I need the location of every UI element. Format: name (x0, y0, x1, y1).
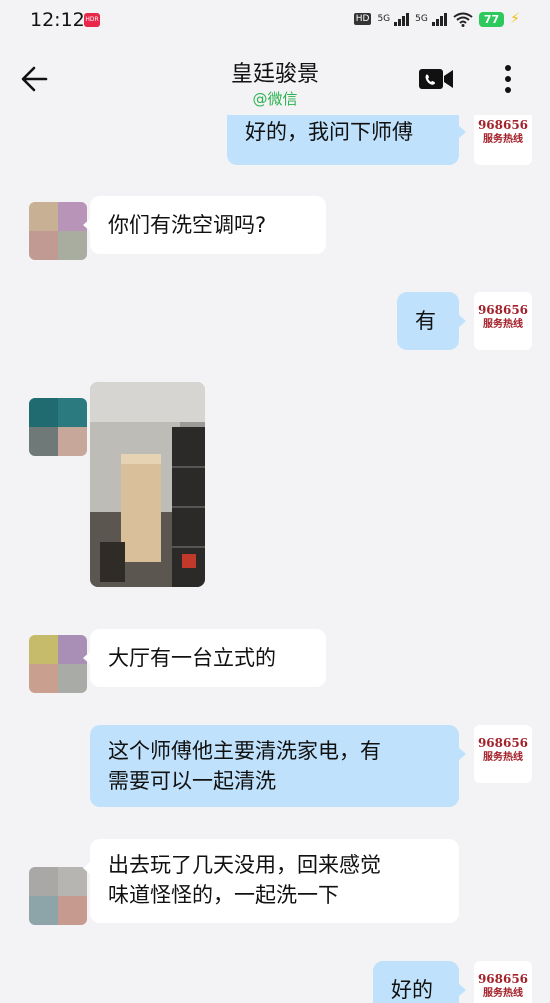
hotline-label: 服务热线 (483, 134, 523, 145)
charging-icon: ⚡ (510, 11, 520, 27)
message-text-line: 需要可以一起清洗 (108, 769, 276, 793)
message-bubble-outgoing[interactable]: 好的 (373, 961, 466, 1003)
message-text: 好的 (391, 978, 433, 1002)
message-text: 大厅有一台立式的 (108, 646, 276, 670)
contact-avatar[interactable] (29, 635, 87, 693)
hotline-label: 服务热线 (483, 752, 523, 763)
message-bubble-incoming[interactable]: 大厅有一台立式的 (83, 629, 326, 687)
hotline-label: 服务热线 (483, 319, 523, 330)
hotline-number: 968656 (477, 972, 529, 986)
chat-title: 皇廷骏景 (230, 62, 319, 87)
status-time: 12:12 (30, 9, 85, 31)
network-type-1: 5G (377, 14, 391, 24)
message-list[interactable]: 好的，我问下师傅 968656 服务热线 你们有洗空调吗? 有 968656 服… (0, 115, 550, 1003)
more-options-icon[interactable] (496, 62, 520, 96)
message-image[interactable] (90, 382, 205, 587)
signal-icon (431, 12, 447, 26)
hotline-label: 服务热线 (483, 988, 523, 999)
message-bubble-outgoing[interactable]: 有 (397, 292, 466, 350)
chat-subtitle: @微信 (252, 90, 298, 108)
hotline-number: 968656 (477, 118, 529, 132)
hotline-number: 968656 (477, 736, 529, 750)
contact-avatar[interactable] (29, 867, 87, 925)
video-call-icon[interactable] (418, 66, 454, 92)
message-bubble-outgoing[interactable]: 这个师傅他主要清洗家电，有 需要可以一起清洗 (90, 725, 466, 807)
hd-icon: HD (353, 13, 372, 25)
photo-of-air-conditioner (90, 382, 205, 587)
message-text-line: 出去玩了几天没用，回来感觉 (108, 853, 381, 877)
status-bar: 12:12 HDR HD 5G 5G 77 ⚡ (0, 0, 550, 42)
hotline-avatar[interactable]: 968656 服务热线 (474, 725, 532, 783)
message-bubble-incoming[interactable]: 你们有洗空调吗? (83, 196, 326, 254)
hotline-avatar[interactable]: 968656 服务热线 (474, 961, 532, 1003)
network-type-2: 5G (415, 14, 428, 24)
wifi-icon (453, 12, 473, 27)
chat-header: 皇廷骏景 @微信 (0, 42, 550, 115)
signal-icon (394, 12, 410, 26)
contact-avatar[interactable] (29, 202, 87, 260)
message-bubble-incoming[interactable]: 出去玩了几天没用，回来感觉 味道怪怪的，一起洗一下 (83, 839, 459, 923)
message-text-line: 这个师傅他主要清洗家电，有 (108, 739, 381, 763)
message-bubble-outgoing[interactable]: 好的，我问下师傅 (227, 115, 466, 165)
hotline-avatar[interactable]: 968656 服务热线 (474, 115, 532, 165)
message-text: 你们有洗空调吗? (108, 213, 267, 237)
hotline-number: 968656 (477, 303, 529, 317)
status-indicators: HD 5G 5G 77 ⚡ (353, 11, 520, 27)
contact-avatar[interactable] (29, 398, 87, 456)
hotline-avatar[interactable]: 968656 服务热线 (474, 292, 532, 350)
message-text: 有 (415, 309, 436, 333)
message-text: 好的，我问下师傅 (245, 120, 413, 144)
battery-icon: 77 (478, 11, 505, 27)
notification-badge: HDR (84, 13, 100, 27)
message-text-line: 味道怪怪的，一起洗一下 (108, 883, 339, 907)
